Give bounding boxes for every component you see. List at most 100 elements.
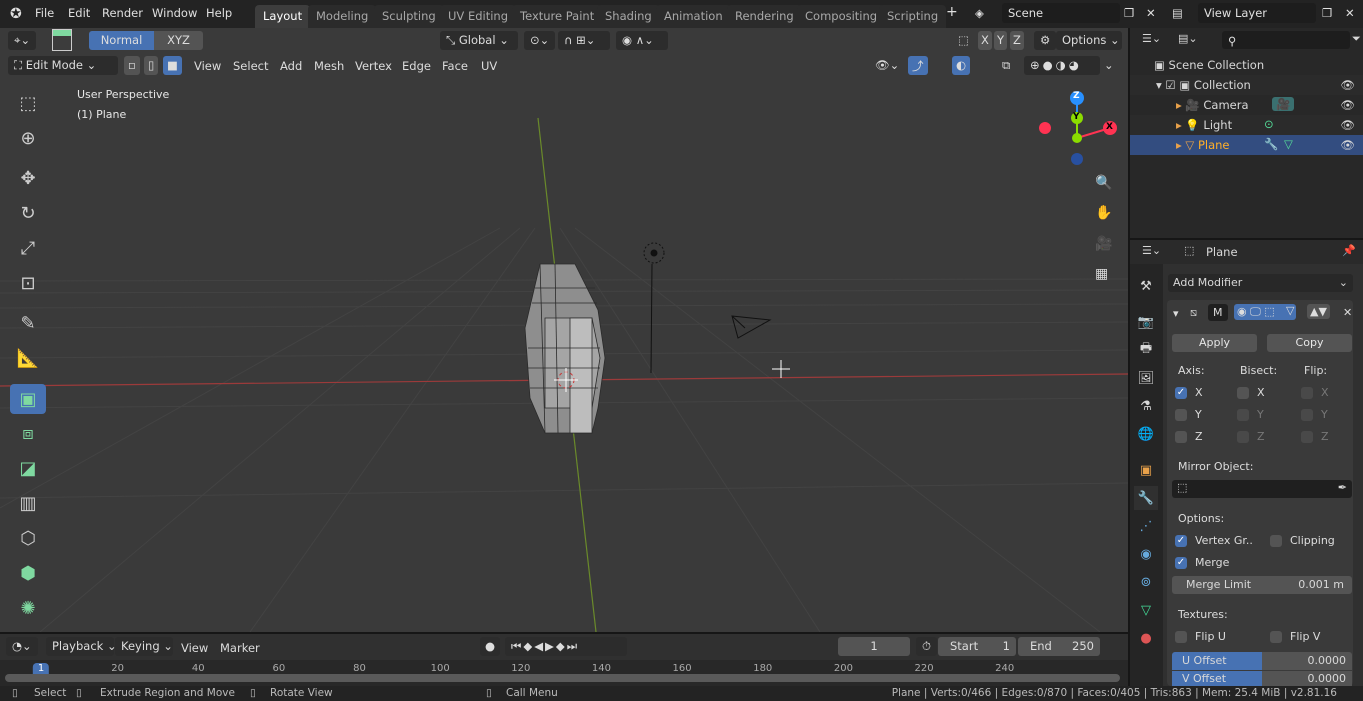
current-frame-field[interactable]: 1 (838, 637, 910, 656)
menu-file[interactable]: File (35, 6, 54, 20)
transform-tool[interactable]: ⊡ (10, 268, 46, 298)
tab-compositing[interactable]: Compositing (797, 5, 886, 28)
rotate-tool[interactable]: ↻ (10, 198, 46, 228)
flip-u-checkbox[interactable] (1175, 631, 1187, 643)
poly-build-tool[interactable]: ⬢ (10, 558, 46, 588)
lock-z-toggle[interactable]: Z (1010, 31, 1024, 50)
use-preview-range-icon[interactable]: ⏱ (916, 637, 937, 656)
outliner-row-scene-collection[interactable]: ▣ Scene Collection (1130, 55, 1363, 75)
v-offset-slider[interactable]: V Offset 0.0000 (1172, 671, 1352, 686)
bisect-y-checkbox[interactable] (1237, 409, 1249, 421)
bisect-z-checkbox[interactable] (1237, 431, 1249, 443)
outliner-search-input[interactable]: ⚲ (1222, 31, 1350, 49)
annotate-tool[interactable]: ✎ (10, 308, 46, 338)
axis-y-checkbox[interactable] (1175, 409, 1187, 421)
copy-scene-icon[interactable]: ❐ (1124, 6, 1134, 20)
physics-tab-icon[interactable]: ◉ (1134, 542, 1158, 566)
material-tab-icon[interactable]: ● (1134, 626, 1158, 650)
particles-tab-icon[interactable]: ⋰ (1134, 514, 1158, 538)
mirror-object-field[interactable]: ⬚ ✒ (1172, 480, 1352, 498)
filter-icon[interactable]: ⏷ (1352, 32, 1361, 46)
axis-x-checkbox[interactable]: ✓ (1175, 387, 1187, 399)
menu-help[interactable]: Help (206, 6, 232, 20)
shading-options-icon[interactable]: ⌄ (1104, 58, 1114, 72)
remove-modifier-icon[interactable]: ✕ (1343, 306, 1352, 319)
zoom-icon[interactable]: 🔍 (1095, 175, 1112, 191)
u-offset-slider[interactable]: U Offset 0.0000 (1172, 652, 1352, 670)
copy-view-layer-icon[interactable]: ❐ (1322, 6, 1332, 20)
timeline-marker-menu[interactable]: Marker (220, 641, 260, 655)
collapse-panel-icon[interactable]: ▾ (1173, 307, 1179, 320)
axis-z-checkbox[interactable] (1175, 431, 1187, 443)
cage-toggle-icon[interactable]: ▽ (1286, 304, 1294, 317)
move-modifier-buttons[interactable]: ▲▼ (1307, 304, 1330, 319)
mode-dropdown[interactable]: ⛶ Edit Mode ⌄ (8, 56, 118, 75)
face-select-mode-button[interactable]: ■ (163, 56, 182, 75)
outliner-row-collection[interactable]: ▾ ☑ ▣ Collection 👁 (1130, 75, 1363, 95)
vertex-select-mode-button[interactable]: ▫ (124, 56, 140, 75)
pan-hand-icon[interactable]: ✋ (1095, 205, 1112, 221)
playback-menu[interactable]: Playback ⌄ (46, 637, 117, 656)
outliner-editor-type-icon[interactable]: ☰⌄ (1142, 32, 1161, 45)
move-tool[interactable]: ✥ (10, 163, 46, 193)
end-frame-field[interactable]: End 250 (1018, 637, 1100, 656)
visibility-eye-icon[interactable]: 👁 (1340, 138, 1355, 152)
tool-tab-icon[interactable]: ⚒ (1134, 274, 1158, 298)
pin-icon[interactable]: 📌 (1342, 244, 1356, 257)
visibility-icon[interactable]: 👁⌄ (875, 58, 899, 72)
scale-tool[interactable]: ⤢ (10, 233, 46, 263)
eyedropper-icon[interactable]: ✒ (1338, 481, 1347, 494)
snap-toggle[interactable]: ∩ ⊞⌄ (558, 31, 610, 50)
menu-view[interactable]: View (194, 59, 221, 73)
constraints-tab-icon[interactable]: ⊚ (1134, 570, 1158, 594)
extrude-region-tool[interactable]: ▣ (10, 384, 46, 414)
visibility-eye-icon[interactable]: 👁 (1340, 78, 1355, 92)
outliner-row-camera[interactable]: ▸ 🎥 Camera 🎥 👁 (1130, 95, 1363, 115)
ortho-grid-icon[interactable]: ▦ (1095, 266, 1108, 282)
apply-button[interactable]: Apply (1172, 334, 1257, 352)
menu-window[interactable]: Window (152, 6, 197, 20)
add-modifier-dropdown[interactable]: Add Modifier ⌄ (1168, 274, 1353, 292)
tab-shading[interactable]: Shading (597, 5, 660, 28)
properties-editor-type-icon[interactable]: ☰⌄ (1142, 244, 1161, 257)
xray-icon[interactable]: ⧉ (1002, 58, 1010, 73)
tab-sculpting[interactable]: Sculpting (374, 5, 444, 28)
scene-field[interactable]: Scene (1002, 3, 1120, 23)
3d-viewport[interactable]: ⌖⌄ Normal XYZ ⤡ Global ⌄ ⊙⌄ ∩ ⊞⌄ ◉ ∧⌄ ⬚ … (0, 28, 1128, 632)
output-tab-icon[interactable]: 🖶 (1134, 338, 1158, 362)
menu-edit[interactable]: Edit (68, 6, 90, 20)
render-tab-icon[interactable]: 📷 (1134, 310, 1158, 334)
measure-tool[interactable]: 📐 (10, 343, 46, 373)
menu-add[interactable]: Add (280, 59, 302, 73)
timeline-scrollbar[interactable] (5, 674, 1120, 682)
select-box-tool[interactable]: ⬚ (10, 88, 46, 118)
timeline-editor-type-icon[interactable]: ◔⌄ (6, 637, 38, 656)
display-mode-icon[interactable]: ▤⌄ (1178, 32, 1198, 45)
edge-select-mode-button[interactable]: ▯ (144, 56, 159, 75)
outliner-row-light[interactable]: ▸ 💡 Light ⊙ 👁 (1130, 115, 1363, 135)
camera-view-icon[interactable]: 🎥 (1095, 236, 1112, 252)
inset-faces-tool[interactable]: ⧈ (10, 418, 46, 448)
flip-v-checkbox[interactable] (1270, 631, 1282, 643)
tab-rendering[interactable]: Rendering (727, 5, 802, 28)
keying-menu[interactable]: Keying ⌄ (115, 637, 173, 656)
orientation-xyz-button[interactable]: XYZ (154, 31, 203, 50)
tab-texture-paint[interactable]: Texture Paint (512, 5, 603, 28)
merge-limit-field[interactable]: Merge Limit 0.001 m (1172, 576, 1352, 594)
world-tab-icon[interactable]: 🌐 (1134, 422, 1158, 446)
shading-mode-buttons[interactable]: ⊕●◑◕ (1024, 56, 1100, 75)
view-layer-tab-icon[interactable]: 🖼 (1134, 366, 1158, 390)
lock-x-toggle[interactable]: X (978, 31, 992, 50)
pivot-point-dropdown[interactable]: ⊙⌄ (524, 31, 556, 50)
knife-tool[interactable]: ⬡ (10, 523, 46, 553)
blender-logo-icon[interactable]: ✪ (10, 6, 22, 22)
tool-settings-icon[interactable]: ⚙ (1034, 31, 1057, 50)
modifier-name-field[interactable]: M (1208, 304, 1228, 321)
scene-icon[interactable]: ◈ (975, 6, 984, 20)
light-data-icon[interactable]: ⊙ (1264, 117, 1274, 131)
timeline-ruler[interactable] (0, 660, 1128, 686)
transform-orientation-dropdown[interactable]: ⤡ Global ⌄ (440, 31, 518, 50)
auto-keying-toggle[interactable]: ● (480, 637, 501, 656)
tab-layout[interactable]: Layout (255, 5, 311, 28)
options-dropdown[interactable]: Options ⌄ (1056, 31, 1122, 50)
